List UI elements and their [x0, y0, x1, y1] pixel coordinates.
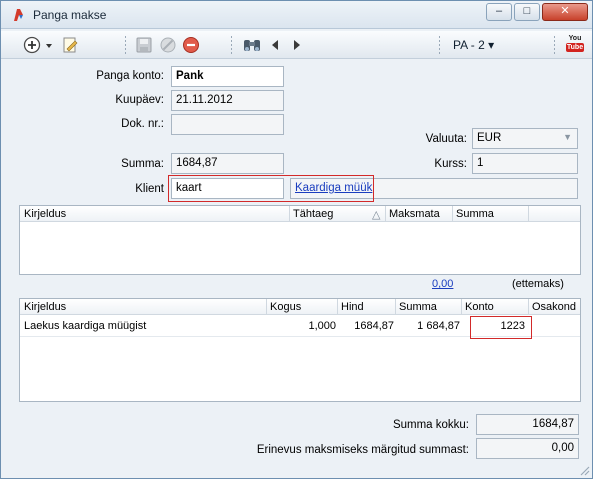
youtube-icon[interactable]: You Tube	[566, 34, 584, 56]
lines-grid-header: Kirjeldus Kogus Hind Summa Konto Osakond	[20, 299, 580, 315]
column-header[interactable]: Kirjeldus	[24, 208, 66, 220]
row-hind: 1684,87	[354, 320, 394, 332]
summa-kokku-field: 1684,87	[476, 414, 579, 435]
period-selector[interactable]: PA - 2 ▾	[453, 38, 494, 52]
invoice-grid[interactable]: Kirjeldus Tähtaeg △ Maksmata Summa	[19, 205, 581, 275]
maximize-button[interactable]: □	[514, 3, 540, 21]
summa-label: Summa:	[121, 158, 164, 170]
window-title: Panga makse	[33, 8, 107, 22]
klient-label: Klient	[135, 183, 164, 195]
column-separator	[337, 299, 338, 315]
summa-field[interactable]: 1684,87	[171, 153, 284, 174]
resize-grip-icon[interactable]	[578, 464, 590, 476]
column-header[interactable]: Kirjeldus	[24, 301, 66, 313]
toolbar-separator	[125, 36, 126, 54]
column-header[interactable]: Tähtaeg	[293, 208, 333, 220]
row-kirjeldus: Laekus kaardiga müügist	[24, 320, 147, 332]
erinevus-field: 0,00	[476, 438, 579, 459]
kuupaev-field[interactable]: 21.11.2012	[171, 90, 284, 111]
valuuta-label: Valuuta:	[425, 133, 467, 145]
edit-icon[interactable]	[61, 35, 79, 55]
column-header[interactable]: Osakond	[532, 301, 576, 313]
arrow-right-icon[interactable]	[291, 35, 303, 55]
valuuta-select[interactable]: EUR ▼	[472, 128, 578, 149]
column-separator	[528, 299, 529, 315]
highlight-box	[470, 316, 532, 339]
binoculars-icon[interactable]	[242, 35, 262, 55]
kurss-label: Kurss:	[434, 158, 467, 170]
column-separator	[528, 206, 529, 222]
row-kogus: 1,000	[308, 320, 336, 332]
add-icon[interactable]	[23, 35, 41, 55]
sort-icon: △	[372, 209, 381, 221]
invoice-grid-header: Kirjeldus Tähtaeg △ Maksmata Summa	[20, 206, 580, 222]
chevron-down-icon: ▼	[563, 132, 572, 142]
column-separator	[385, 206, 386, 222]
column-header[interactable]: Summa	[399, 301, 437, 313]
panga-makse-window: Panga makse – □ ✕ PA - 2 ▾ You Tube Pang…	[0, 0, 593, 479]
valuuta-value: EUR	[477, 132, 502, 144]
minimize-button[interactable]: –	[486, 3, 512, 21]
column-header[interactable]: Hind	[341, 301, 364, 313]
highlight-box	[168, 175, 374, 202]
dok-nr-label: Dok. nr.:	[121, 118, 164, 130]
column-separator	[452, 206, 453, 222]
column-header[interactable]: Konto	[465, 301, 494, 313]
delete-icon[interactable]	[182, 35, 200, 55]
kuupaev-label: Kuupäev:	[115, 94, 164, 106]
erinevus-label: Erinevus maksmiseks märgitud summast:	[256, 444, 469, 456]
lines-grid[interactable]: Kirjeldus Kogus Hind Summa Konto Osakond…	[19, 298, 581, 402]
column-header[interactable]: Summa	[456, 208, 494, 220]
close-button[interactable]: ✕	[542, 3, 588, 21]
kurss-field[interactable]: 1	[472, 153, 578, 174]
column-header[interactable]: Maksmata	[389, 208, 440, 220]
toolbar: PA - 2 ▾ You Tube	[1, 31, 592, 59]
title-bar: Panga makse – □ ✕	[1, 1, 592, 29]
dok-nr-field[interactable]	[171, 114, 284, 135]
column-separator	[395, 299, 396, 315]
column-header[interactable]: Kogus	[270, 301, 301, 313]
row-summa: 1 684,87	[417, 320, 460, 332]
chevron-down-icon[interactable]	[44, 35, 54, 55]
panga-konto-label: Panga konto:	[96, 70, 164, 82]
toolbar-separator	[231, 36, 232, 54]
summa-kokku-label: Summa kokku:	[392, 419, 469, 431]
app-icon	[14, 9, 23, 21]
toolbar-separator	[439, 36, 440, 54]
ettemaks-label: (ettemaks)	[512, 278, 564, 290]
column-separator	[289, 206, 290, 222]
ettemaks-total[interactable]: 0,00	[432, 278, 453, 290]
column-separator	[266, 299, 267, 315]
toolbar-separator	[554, 36, 555, 54]
column-separator	[461, 299, 462, 315]
panga-konto-field[interactable]: Pank	[171, 66, 284, 87]
cancel-icon[interactable]	[159, 35, 177, 55]
save-icon[interactable]	[135, 35, 153, 55]
arrow-left-icon[interactable]	[269, 35, 281, 55]
